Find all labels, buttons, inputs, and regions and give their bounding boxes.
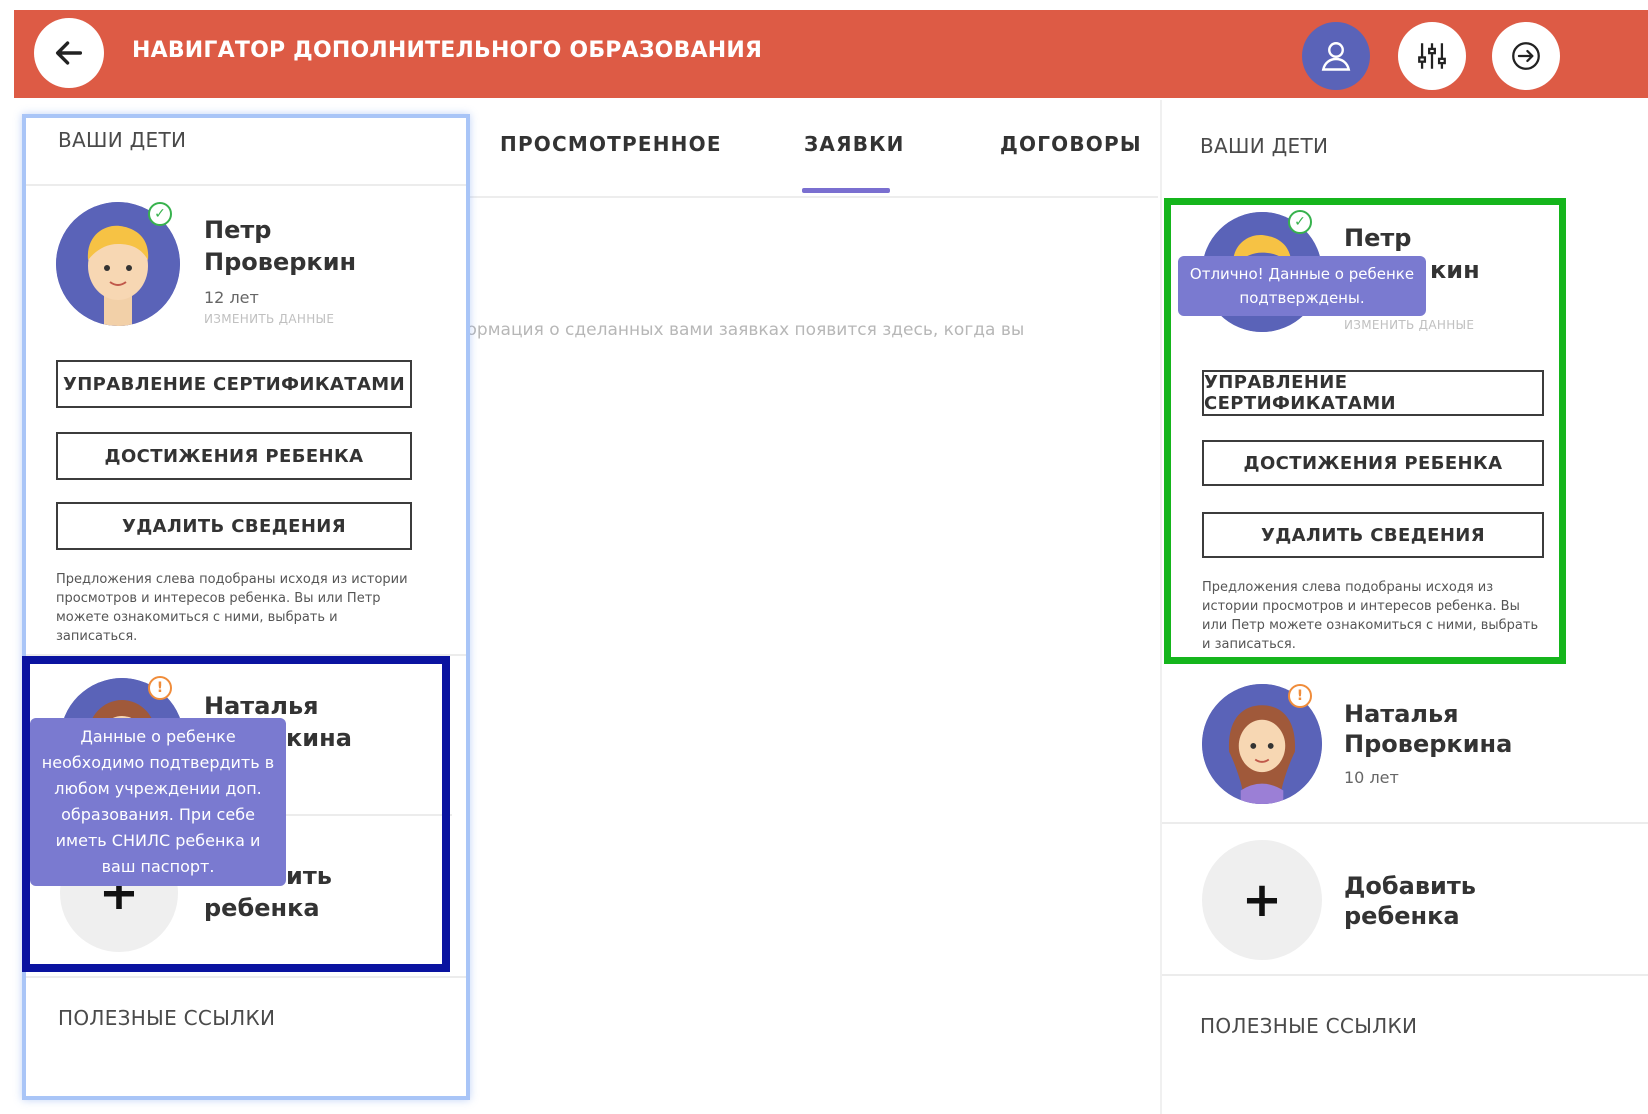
add-child-label-line2[interactable]: ребенка: [1344, 900, 1460, 932]
top-app-bar: НАВИГАТОР ДОПОЛНИТЕЛЬНОГО ОБРАЗОВАНИЯ: [14, 10, 1648, 98]
arrow-left-icon: [55, 41, 83, 65]
tab-applications[interactable]: ЗАЯВКИ: [804, 132, 905, 156]
verified-check-icon: ✓: [148, 202, 172, 226]
logout-button[interactable]: [1492, 22, 1560, 90]
tabs-divider: [452, 196, 1158, 198]
child2-first-name-right: Наталья: [1344, 700, 1459, 728]
child2-last-name-right: Проверкина: [1344, 730, 1513, 758]
section-title-children-right: ВАШИ ДЕТИ: [1200, 134, 1329, 158]
divider: [1162, 822, 1648, 824]
filters-button[interactable]: [1398, 22, 1466, 90]
divider: [1162, 974, 1648, 976]
divider: [26, 184, 466, 186]
child-first-name: Петр: [204, 216, 272, 244]
section-title-children: ВАШИ ДЕТИ: [58, 128, 187, 152]
tab-contracts[interactable]: ДОГОВОРЫ: [1000, 132, 1142, 156]
divider: [26, 976, 466, 978]
profile-button[interactable]: [1302, 22, 1370, 90]
child2-age-right: 10 лет: [1344, 768, 1399, 787]
verified-tooltip: Отлично! Данные о ребенке подтверждены.: [1178, 256, 1426, 316]
unverified-tooltip: Данные о ребенке необходимо подтвердить …: [30, 718, 286, 886]
useful-links-title[interactable]: ПОЛЕЗНЫЕ ССЫЛКИ: [58, 1006, 275, 1030]
sliders-icon: [1418, 43, 1446, 69]
delete-info-button[interactable]: УДАЛИТЬ СВЕДЕНИЯ: [56, 502, 412, 550]
app-title: НАВИГАТОР ДОПОЛНИТЕЛЬНОГО ОБРАЗОВАНИЯ: [132, 38, 763, 63]
logout-icon: [1512, 42, 1540, 70]
add-child-label-line1[interactable]: Добавить: [1344, 870, 1476, 902]
active-tab-indicator: [802, 188, 890, 193]
warning-icon: !: [1288, 684, 1312, 708]
plus-icon: +: [1241, 872, 1283, 928]
child-last-name: Проверкин: [204, 248, 357, 276]
back-button[interactable]: [34, 18, 104, 88]
empty-state-message: формация о сделанных вами заявках появит…: [452, 320, 1025, 340]
manage-certificates-button[interactable]: УПРАВЛЕНИЕ СЕРТИФИКАТАМИ: [56, 360, 412, 408]
child-achievements-button[interactable]: ДОСТИЖЕНИЯ РЕБЕНКА: [56, 432, 412, 480]
useful-links-title-right[interactable]: ПОЛЕЗНЫЕ ССЫЛКИ: [1200, 1014, 1417, 1038]
recommendations-hint: Предложения слева подобраны исходя из ис…: [56, 572, 408, 644]
user-icon: [1321, 42, 1351, 71]
tab-viewed[interactable]: ПРОСМОТРЕННОЕ: [500, 132, 722, 156]
edit-child-link[interactable]: ИЗМЕНИТЬ ДАННЫЕ: [204, 312, 334, 326]
add-child-circle-right[interactable]: +: [1202, 840, 1322, 960]
child-age: 12 лет: [204, 288, 259, 307]
